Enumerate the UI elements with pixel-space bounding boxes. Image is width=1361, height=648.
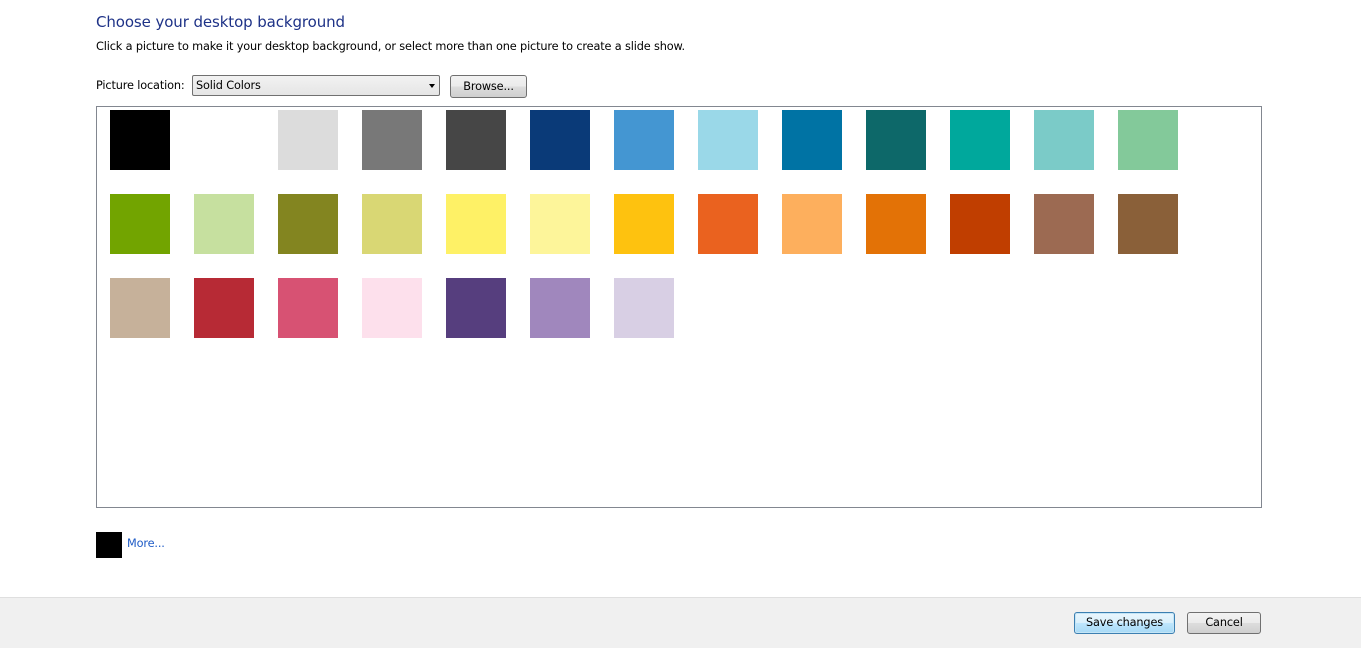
current-color-swatch: [96, 532, 122, 558]
color-swatch[interactable]: [866, 110, 926, 170]
color-swatch[interactable]: [1118, 194, 1178, 254]
color-swatch[interactable]: [362, 278, 422, 338]
color-swatch[interactable]: [362, 194, 422, 254]
color-swatch[interactable]: [614, 110, 674, 170]
color-swatch[interactable]: [194, 110, 254, 170]
color-swatch[interactable]: [782, 110, 842, 170]
page-title: Choose your desktop background: [96, 13, 345, 31]
color-swatch[interactable]: [110, 194, 170, 254]
color-swatch[interactable]: [278, 110, 338, 170]
color-swatch-grid: [96, 106, 1262, 508]
color-swatch[interactable]: [362, 110, 422, 170]
color-swatch[interactable]: [698, 110, 758, 170]
browse-button[interactable]: Browse...: [450, 75, 527, 98]
color-swatch[interactable]: [950, 194, 1010, 254]
chevron-down-icon: [429, 84, 435, 88]
color-swatch[interactable]: [194, 278, 254, 338]
color-swatch[interactable]: [614, 194, 674, 254]
color-swatch[interactable]: [950, 110, 1010, 170]
page-subtitle: Click a picture to make it your desktop …: [96, 40, 685, 53]
color-swatch[interactable]: [278, 194, 338, 254]
color-swatch[interactable]: [194, 194, 254, 254]
color-swatch[interactable]: [698, 194, 758, 254]
color-swatch[interactable]: [866, 194, 926, 254]
color-swatch[interactable]: [614, 278, 674, 338]
picture-location-value: Solid Colors: [196, 79, 261, 92]
color-swatch[interactable]: [530, 278, 590, 338]
color-swatch[interactable]: [446, 194, 506, 254]
color-swatch[interactable]: [110, 110, 170, 170]
color-swatch[interactable]: [530, 194, 590, 254]
color-swatch[interactable]: [782, 194, 842, 254]
color-swatch[interactable]: [446, 278, 506, 338]
picture-location-label: Picture location:: [96, 79, 185, 92]
color-swatch[interactable]: [1034, 110, 1094, 170]
color-swatch[interactable]: [110, 278, 170, 338]
cancel-button[interactable]: Cancel: [1187, 612, 1261, 634]
color-swatch[interactable]: [1034, 194, 1094, 254]
more-colors-link[interactable]: More...: [127, 537, 165, 550]
color-swatch[interactable]: [446, 110, 506, 170]
picture-location-dropdown[interactable]: Solid Colors: [192, 75, 440, 96]
color-swatch[interactable]: [530, 110, 590, 170]
color-swatch[interactable]: [1118, 110, 1178, 170]
color-swatch[interactable]: [278, 278, 338, 338]
save-changes-button[interactable]: Save changes: [1074, 612, 1175, 634]
